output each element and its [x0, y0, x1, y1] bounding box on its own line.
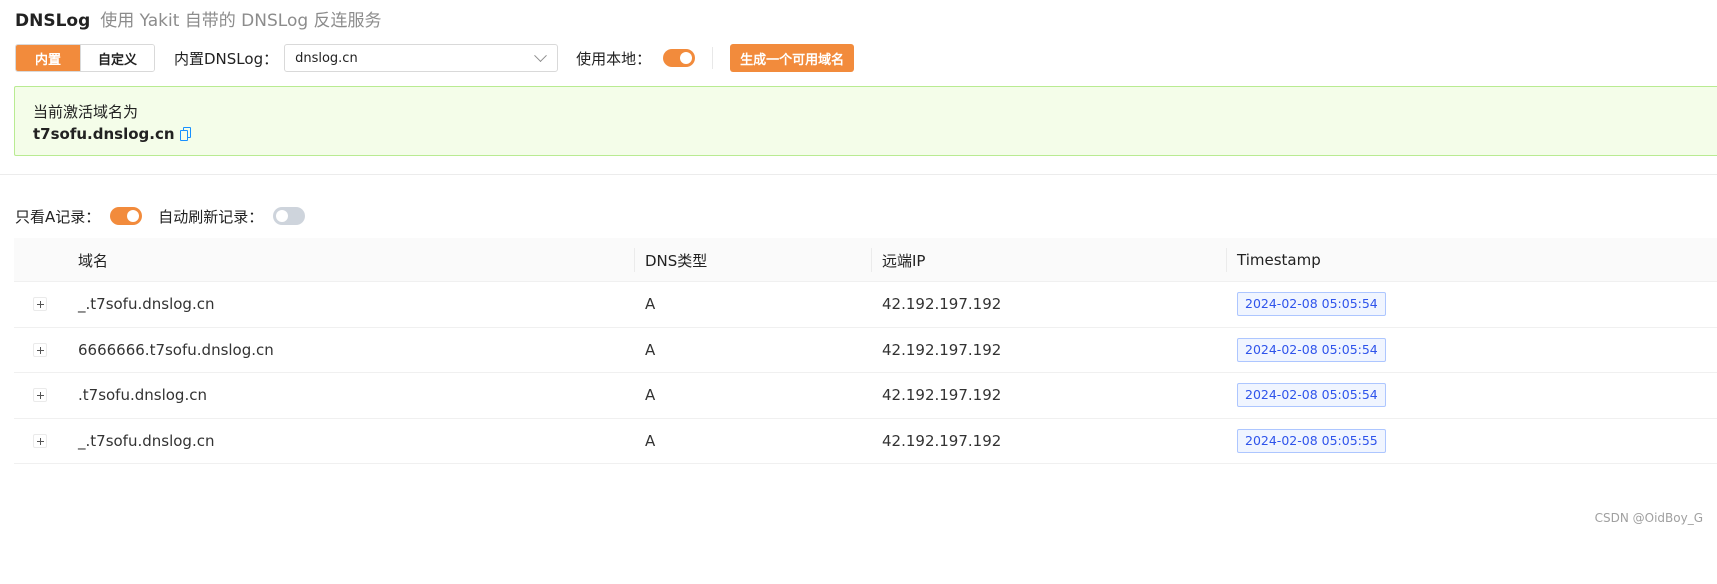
mode-custom-button[interactable]: 自定义: [80, 45, 154, 71]
dns-records-table: 域名 DNS类型 远端IP Timestamp _.t7sofu.dnslog.…: [14, 238, 1717, 464]
table-row[interactable]: _.t7sofu.dnslog.cn A 42.192.197.192 2024…: [14, 282, 1717, 328]
record-filters: 只看A记录： 自动刷新记录：: [15, 206, 306, 226]
builtin-dnslog-label: 内置DNSLog：: [174, 49, 279, 68]
cell-dns-type: A: [645, 431, 656, 450]
cell-dns-type: A: [645, 386, 656, 404]
column-header-remote-ip[interactable]: 远端IP: [882, 238, 925, 282]
cell-remote-ip: 42.192.197.192: [882, 386, 1002, 404]
cell-domain: _.t7sofu.dnslog.cn: [78, 431, 215, 450]
watermark: CSDN @OidBoy_G: [1594, 511, 1703, 525]
expand-row-icon[interactable]: [33, 297, 47, 311]
cell-timestamp: 2024-02-08 05:05:54: [1237, 282, 1386, 326]
use-local-label: 使用本地：: [576, 49, 652, 68]
table-row[interactable]: .t7sofu.dnslog.cn A 42.192.197.192 2024-…: [14, 373, 1717, 419]
expand-row-icon[interactable]: [33, 388, 47, 402]
page-subtitle: 使用 Yakit 自带的 DNSLog 反连服务: [100, 11, 382, 31]
toggle-knob: [680, 52, 693, 64]
section-divider: [0, 174, 1717, 175]
cell-timestamp: 2024-02-08 05:05:54: [1237, 373, 1386, 417]
cell-domain: _.t7sofu.dnslog.cn: [78, 295, 215, 313]
toggle-knob: [276, 210, 289, 222]
cell-timestamp: 2024-02-08 05:05:54: [1237, 328, 1386, 372]
chevron-down-icon: [534, 48, 547, 62]
builtin-dnslog-value: dnslog.cn: [295, 50, 358, 66]
table-row[interactable]: 6666666.t7sofu.dnslog.cn A 42.192.197.19…: [14, 328, 1717, 373]
only-a-records-label: 只看A记录：: [15, 207, 101, 226]
active-domain-panel: 当前激活域名为 t7sofu.dnslog.cn: [14, 86, 1717, 156]
cell-remote-ip: 42.192.197.192: [882, 431, 1002, 450]
cell-domain: 6666666.t7sofu.dnslog.cn: [78, 340, 274, 359]
toolbar-divider: [712, 47, 714, 69]
use-local-toggle[interactable]: [663, 49, 696, 67]
generate-domain-button[interactable]: 生成一个可用域名: [730, 44, 855, 72]
page-title: DNSLog: [15, 11, 91, 31]
auto-refresh-toggle[interactable]: [273, 207, 306, 225]
copy-icon-front: [179, 130, 188, 141]
expand-row-icon[interactable]: [33, 342, 47, 357]
toggle-knob: [127, 210, 140, 222]
column-header-domain[interactable]: 域名: [78, 238, 108, 282]
active-domain-value: t7sofu.dnslog.cn: [33, 125, 175, 143]
builtin-dnslog-select[interactable]: dnslog.cn: [284, 44, 559, 72]
table-header: 域名 DNS类型 远端IP Timestamp: [14, 238, 1717, 282]
active-domain-row: t7sofu.dnslog.cn: [33, 125, 192, 143]
column-separator: [871, 248, 872, 272]
dnslog-page: DNSLog 使用 Yakit 自带的 DNSLog 反连服务 内置 自定义 内…: [0, 0, 1717, 584]
toolbar: 内置 自定义 内置DNSLog： dnslog.cn 使用本地： 生成一个可用域…: [15, 44, 855, 72]
copy-icon[interactable]: [179, 127, 192, 141]
column-header-timestamp[interactable]: Timestamp: [1237, 238, 1321, 282]
table-row[interactable]: _.t7sofu.dnslog.cn A 42.192.197.192 2024…: [14, 419, 1717, 464]
cell-dns-type: A: [645, 340, 656, 359]
cell-domain: .t7sofu.dnslog.cn: [78, 386, 207, 404]
column-header-dns-type[interactable]: DNS类型: [645, 238, 707, 282]
cell-timestamp: 2024-02-08 05:05:55: [1237, 419, 1386, 463]
column-separator: [1226, 248, 1227, 272]
page-header: DNSLog 使用 Yakit 自带的 DNSLog 反连服务: [15, 6, 382, 31]
timestamp-tag: 2024-02-08 05:05:54: [1237, 383, 1386, 407]
timestamp-tag: 2024-02-08 05:05:55: [1237, 428, 1386, 453]
active-domain-label: 当前激活域名为: [33, 103, 139, 121]
timestamp-tag: 2024-02-08 05:05:54: [1237, 292, 1386, 316]
column-separator: [634, 248, 635, 272]
mode-segmented-control: 内置 自定义: [15, 44, 155, 72]
mode-builtin-button[interactable]: 内置: [16, 45, 80, 71]
timestamp-tag: 2024-02-08 05:05:54: [1237, 337, 1386, 362]
auto-refresh-label: 自动刷新记录：: [158, 207, 264, 226]
expand-row-icon[interactable]: [33, 433, 47, 448]
only-a-records-toggle[interactable]: [110, 207, 143, 225]
cell-dns-type: A: [645, 295, 656, 313]
cell-remote-ip: 42.192.197.192: [882, 340, 1002, 359]
cell-remote-ip: 42.192.197.192: [882, 295, 1002, 313]
